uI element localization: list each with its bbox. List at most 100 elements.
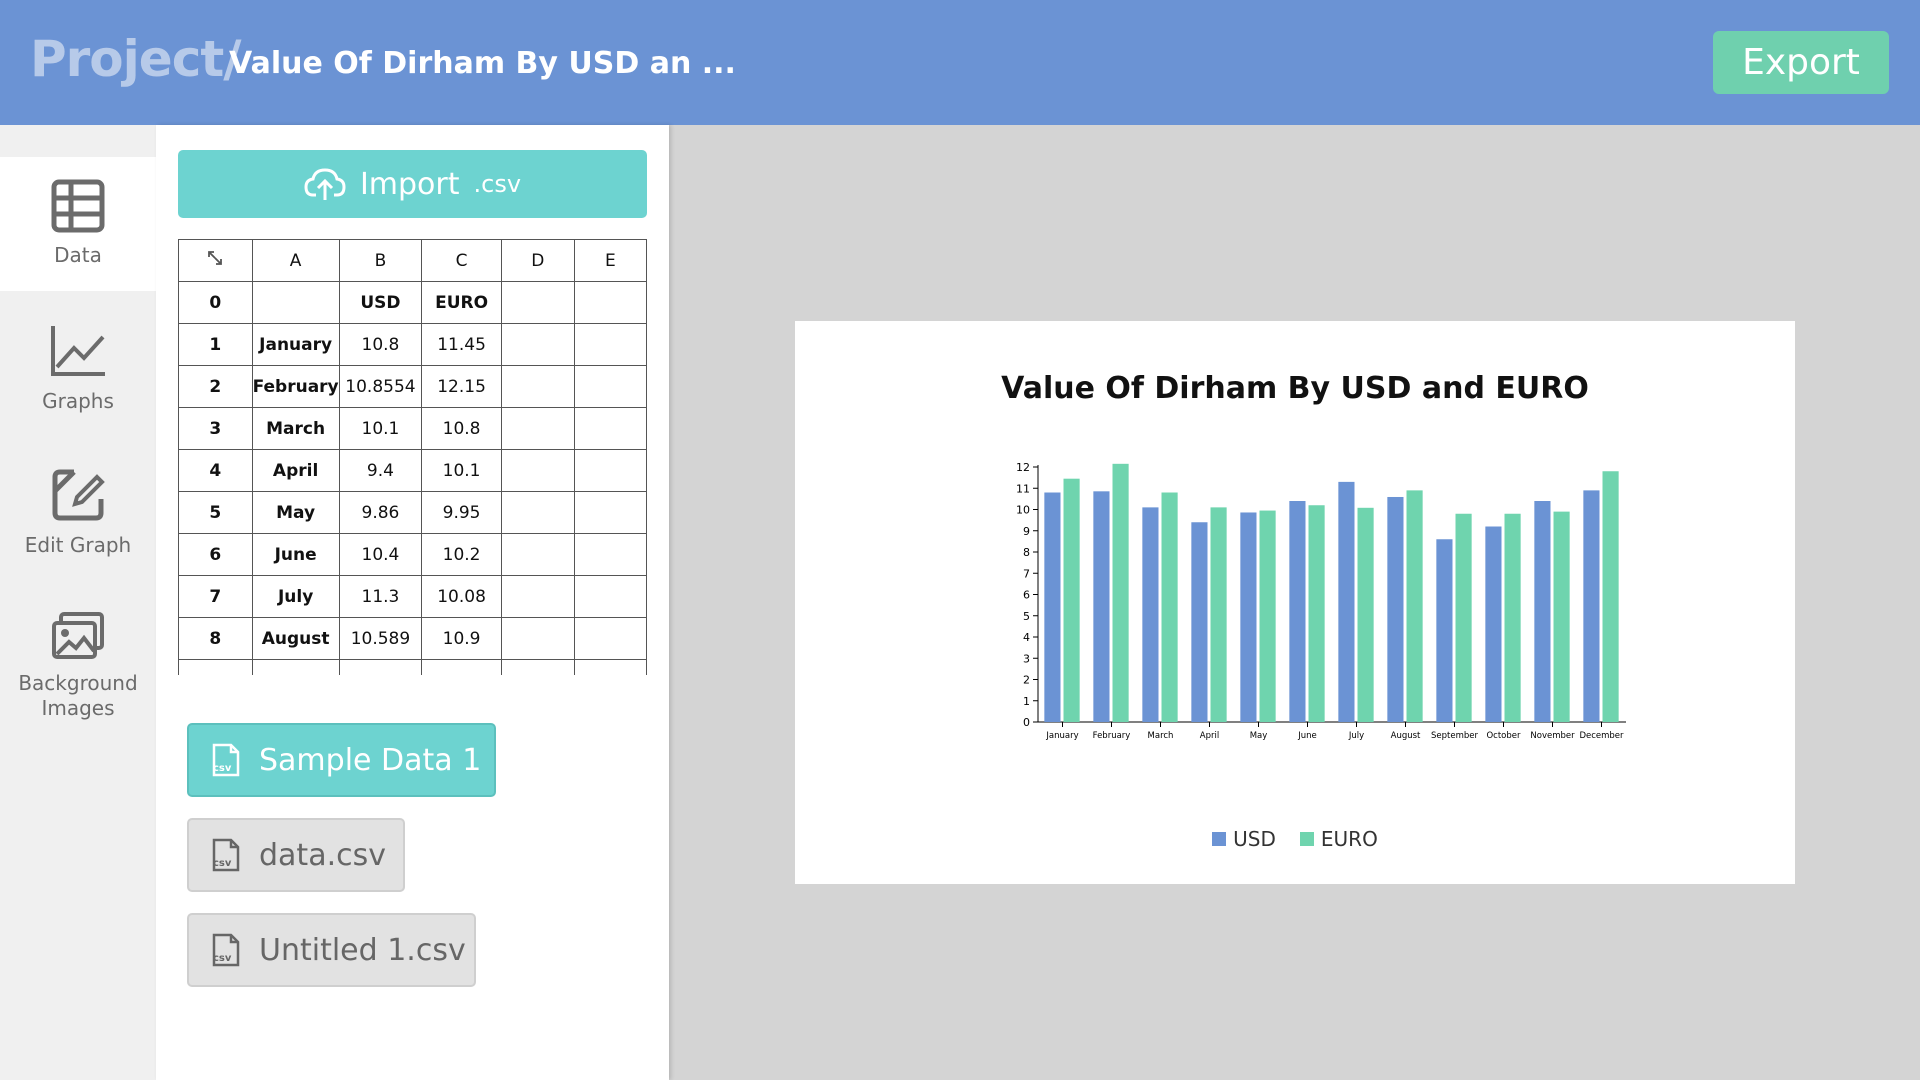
grid-cell[interactable] xyxy=(573,323,647,366)
grid-cell[interactable] xyxy=(251,659,340,675)
grid-cell[interactable]: 9.86 xyxy=(338,491,423,534)
grid-cell[interactable] xyxy=(421,659,502,675)
x-tick-label: May xyxy=(1250,731,1268,741)
grid-cell[interactable] xyxy=(500,323,575,366)
bar-euro xyxy=(1161,492,1178,722)
grid-cell[interactable] xyxy=(573,491,647,534)
grid-cell[interactable] xyxy=(500,407,575,450)
x-tick-label: September xyxy=(1431,731,1478,741)
grid-cell[interactable]: 10.1 xyxy=(421,449,502,492)
grid-cell[interactable] xyxy=(500,659,575,675)
file-untitled-1-csv[interactable]: csv Untitled 1.csv xyxy=(187,913,476,987)
grid-cell[interactable]: July xyxy=(251,575,340,618)
table-row: 7 July 11.3 10.08 xyxy=(178,575,647,618)
grid-cell[interactable] xyxy=(500,491,575,534)
data-grid[interactable]: A B C D E 0 USD EURO 1 January 10.8 11.4… xyxy=(178,239,647,675)
column-header[interactable]: A xyxy=(251,239,340,282)
grid-cell[interactable]: 10.8 xyxy=(421,407,502,450)
grid-cell[interactable]: USD xyxy=(338,281,423,324)
file-data-csv[interactable]: csv data.csv xyxy=(187,818,405,892)
grid-cell[interactable] xyxy=(500,449,575,492)
chart-canvas[interactable]: 0 1 2 3 4 5 6 7 8 9 10 11 12 January February March Apri… xyxy=(795,321,1795,884)
grid-cell[interactable]: August xyxy=(251,617,340,660)
grid-cell[interactable]: 11.3 xyxy=(338,575,423,618)
grid-cell[interactable]: February xyxy=(251,365,340,408)
bar-usd xyxy=(1142,507,1159,722)
bar-euro xyxy=(1455,513,1472,722)
y-tick-label: 4 xyxy=(1023,631,1030,644)
grid-cell[interactable]: April xyxy=(251,449,340,492)
grid-cell[interactable] xyxy=(573,575,647,618)
column-header[interactable]: E xyxy=(573,239,647,282)
grid-cell[interactable]: June xyxy=(251,533,340,576)
nav-item-data[interactable]: Data xyxy=(0,157,156,291)
chart-title[interactable]: Value Of Dirham By USD and EURO xyxy=(795,371,1795,406)
grid-cell[interactable] xyxy=(338,659,423,675)
column-header[interactable]: D xyxy=(500,239,575,282)
grid-cell[interactable]: 10.08 xyxy=(421,575,502,618)
cloud-upload-icon xyxy=(304,168,346,200)
grid-cell[interactable] xyxy=(500,281,575,324)
data-panel: Import .csv A B C D E 0 USD EURO 1 Janua… xyxy=(156,125,669,1080)
x-tick-label: February xyxy=(1093,731,1131,741)
grid-cell[interactable]: 10.1 xyxy=(338,407,423,450)
nav-item-graphs[interactable]: Graphs xyxy=(0,301,156,435)
project-brand[interactable]: Project/ xyxy=(30,30,242,88)
bar-euro xyxy=(1308,505,1325,722)
grid-cell[interactable]: 12.15 xyxy=(421,365,502,408)
swap-icon[interactable] xyxy=(206,249,224,267)
grid-cell[interactable] xyxy=(573,365,647,408)
grid-cell[interactable]: 10.8554 xyxy=(338,365,423,408)
grid-cell[interactable]: 10.2 xyxy=(421,533,502,576)
grid-cell[interactable]: 9.95 xyxy=(421,491,502,534)
svg-text:csv: csv xyxy=(213,953,232,964)
bar-euro xyxy=(1406,490,1423,722)
y-tick-label: 7 xyxy=(1023,567,1030,580)
grid-cell[interactable]: 10.589 xyxy=(338,617,423,660)
grid-cell[interactable] xyxy=(573,533,647,576)
grid-cell[interactable]: EURO xyxy=(421,281,502,324)
edit-icon xyxy=(52,469,105,521)
swap-icon-cell[interactable] xyxy=(178,239,253,282)
grid-cell[interactable]: 10.9 xyxy=(421,617,502,660)
column-header[interactable]: C xyxy=(421,239,502,282)
top-header: Project/ Value Of Dirham By USD an ... E… xyxy=(0,0,1920,125)
row-index: 7 xyxy=(178,575,253,618)
spreadsheet-table[interactable]: A B C D E 0 USD EURO 1 January 10.8 11.4… xyxy=(178,239,647,675)
csv-file-icon: csv xyxy=(212,838,240,872)
grid-cell[interactable] xyxy=(573,659,647,675)
export-button[interactable]: Export xyxy=(1713,31,1889,94)
grid-cell[interactable]: 11.45 xyxy=(421,323,502,366)
grid-cell[interactable] xyxy=(573,617,647,660)
grid-cell[interactable]: May xyxy=(251,491,340,534)
grid-cell[interactable] xyxy=(573,449,647,492)
grid-cell[interactable] xyxy=(573,281,647,324)
column-header[interactable]: B xyxy=(338,239,423,282)
nav-item-background-images[interactable]: Background Images xyxy=(0,589,156,739)
bar-usd xyxy=(1289,501,1306,722)
file-sample-data-1[interactable]: csv Sample Data 1 xyxy=(187,723,496,797)
images-icon xyxy=(52,612,104,659)
grid-cell[interactable] xyxy=(500,365,575,408)
import-csv-button[interactable]: Import .csv xyxy=(178,150,647,218)
grid-cell[interactable] xyxy=(500,575,575,618)
grid-cell[interactable]: 10.8 xyxy=(338,323,423,366)
grid-cell[interactable] xyxy=(573,407,647,450)
grid-cell[interactable]: 9.4 xyxy=(338,449,423,492)
y-tick-label: 5 xyxy=(1023,610,1030,623)
legend-swatch-euro xyxy=(1299,832,1314,846)
document-title[interactable]: Value Of Dirham By USD an ... xyxy=(229,46,736,81)
nav-item-edit-graph[interactable]: Edit Graph xyxy=(0,445,156,579)
table-row: 1 January 10.8 11.45 xyxy=(178,323,647,366)
grid-cell[interactable] xyxy=(500,533,575,576)
grid-cell[interactable]: March xyxy=(251,407,340,450)
grid-cell[interactable]: 10.4 xyxy=(338,533,423,576)
bar-usd xyxy=(1387,496,1404,722)
row-index: 8 xyxy=(178,617,253,660)
grid-cell[interactable] xyxy=(251,281,340,324)
grid-cell[interactable] xyxy=(500,617,575,660)
y-tick-label: 9 xyxy=(1023,525,1030,538)
legend-label-euro: EURO xyxy=(1320,827,1378,851)
bar-euro xyxy=(1553,511,1570,722)
grid-cell[interactable]: January xyxy=(251,323,340,366)
